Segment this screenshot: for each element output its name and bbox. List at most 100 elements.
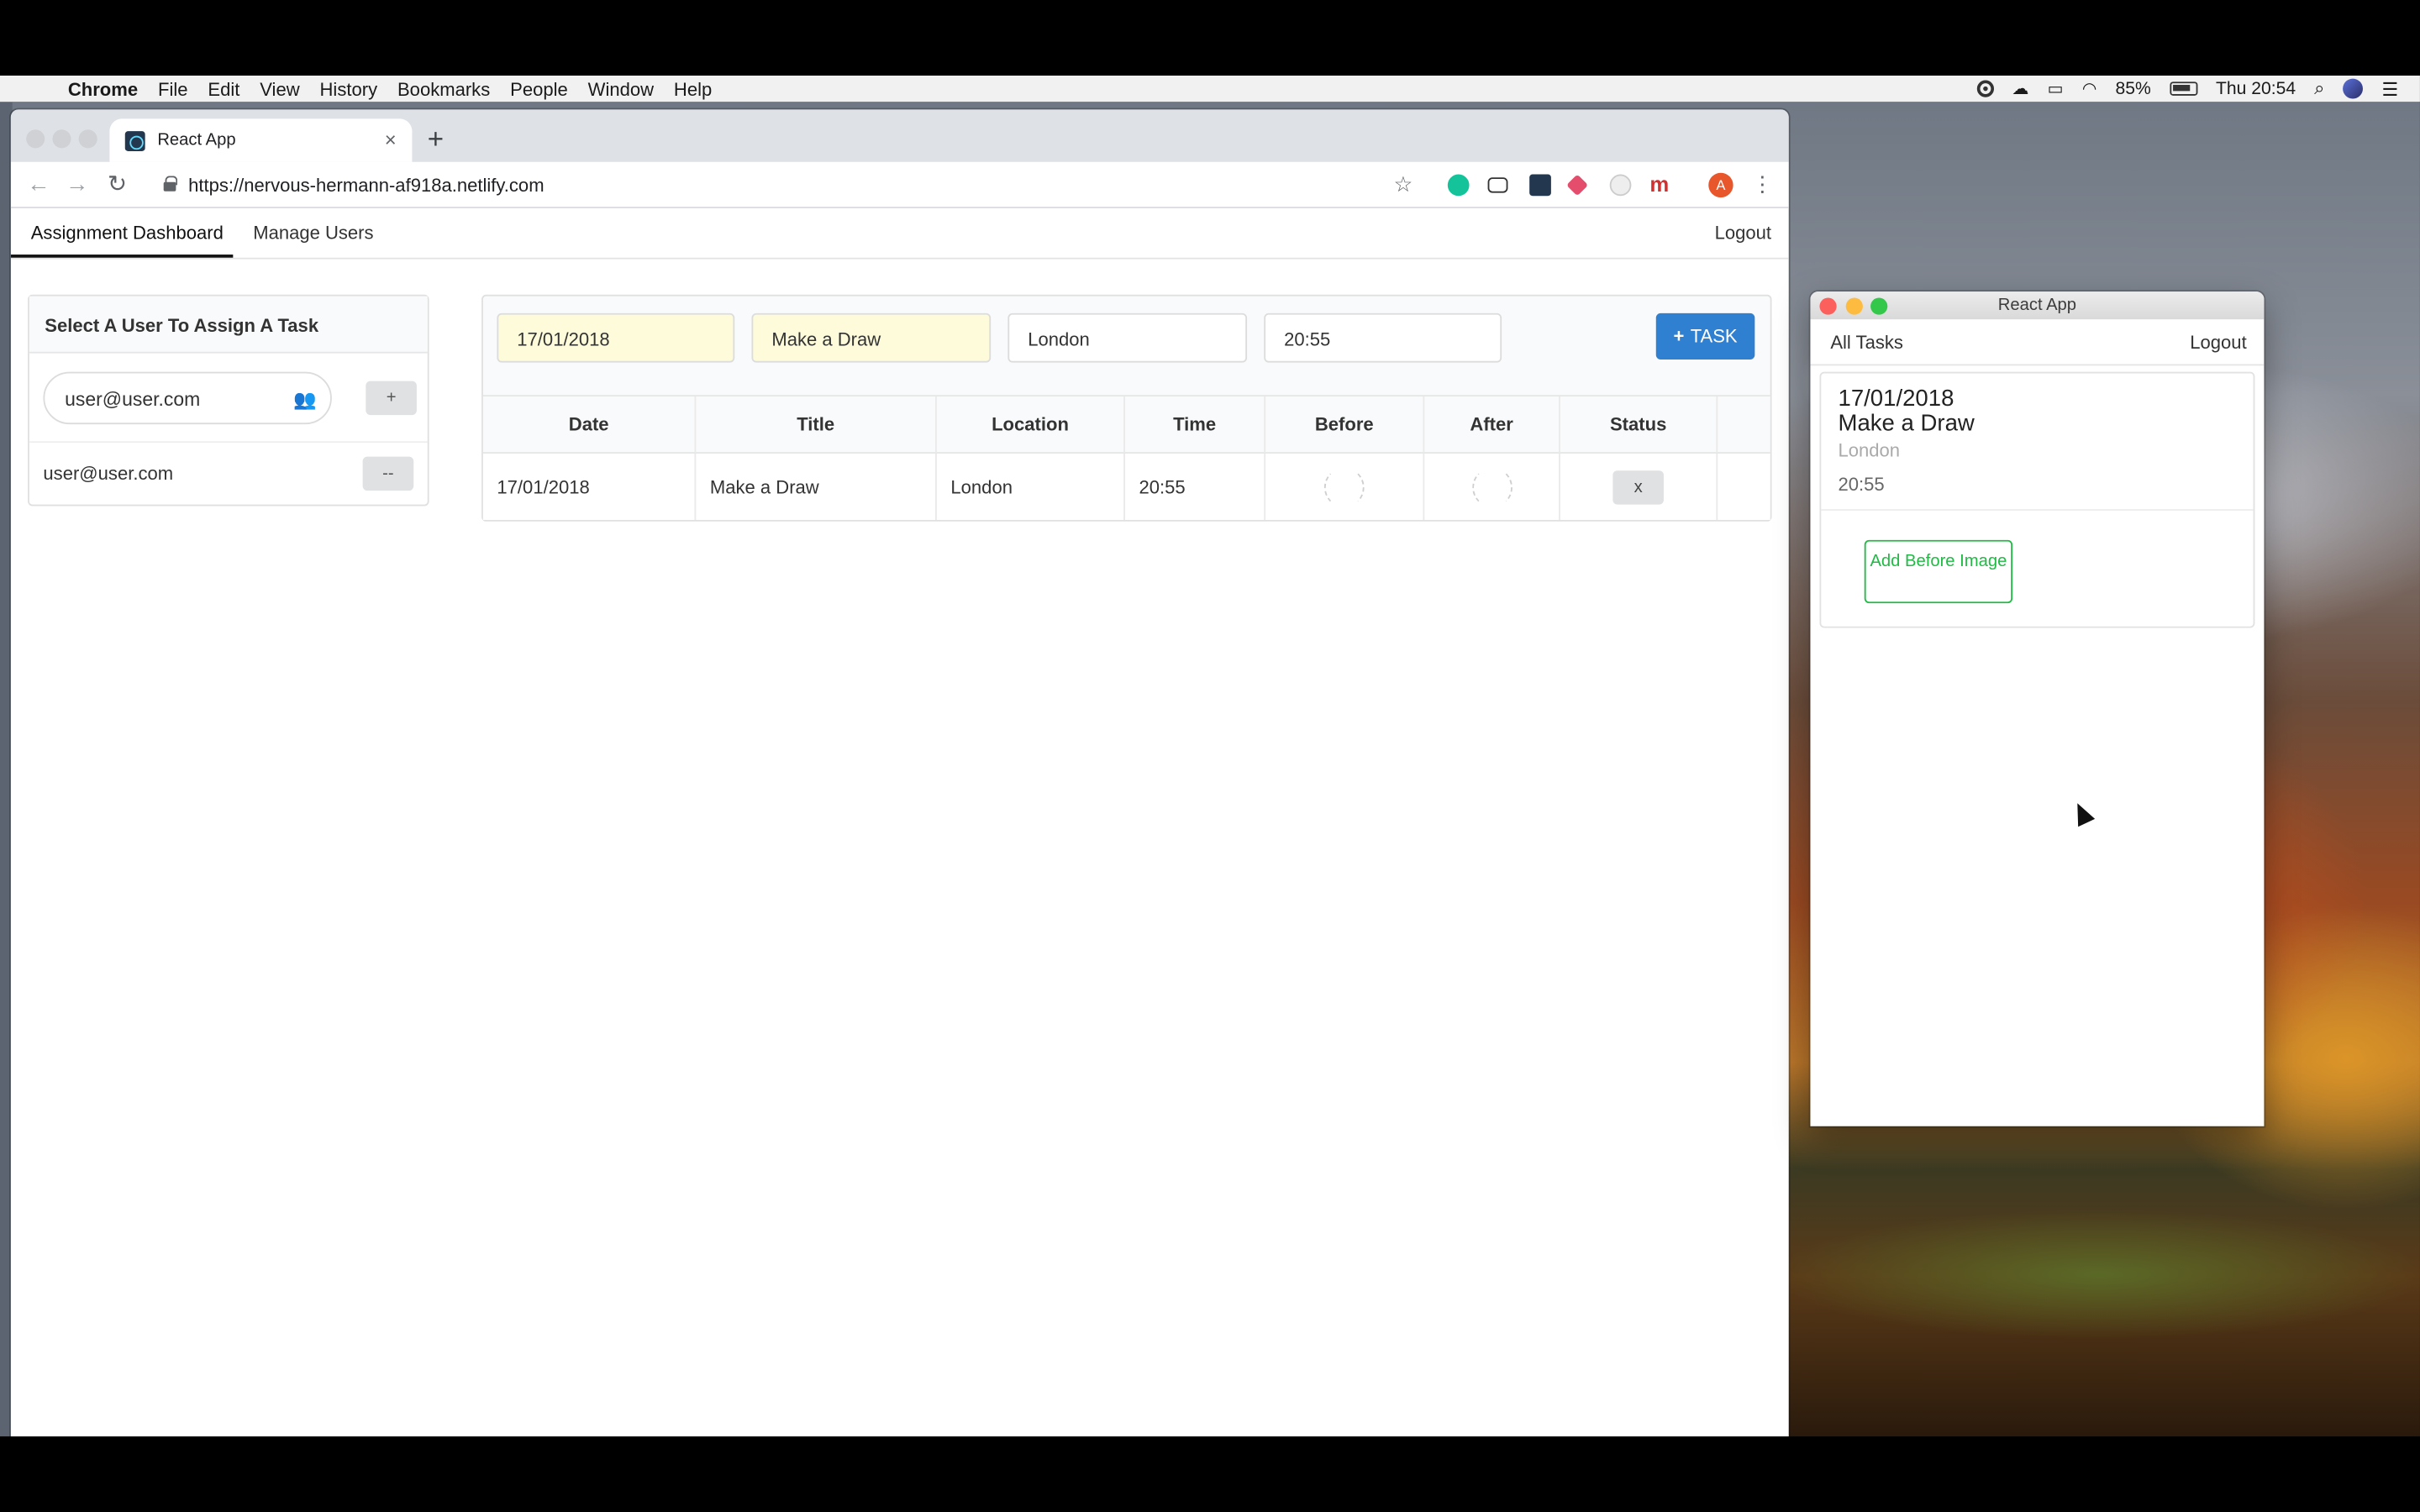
column-header-title[interactable]: Title — [696, 396, 937, 453]
location-input[interactable]: London — [1007, 312, 1248, 363]
plus-icon: + — [1673, 325, 1685, 348]
minimize-window-icon[interactable] — [52, 129, 71, 149]
column-header-location[interactable]: Location — [937, 396, 1125, 453]
cell-status: x — [1560, 453, 1718, 520]
menu-window[interactable]: Window — [588, 78, 654, 100]
zoom-window-icon[interactable] — [1870, 297, 1888, 315]
ghost-extension-icon[interactable] — [1609, 174, 1632, 197]
extension-icon[interactable] — [1487, 177, 1508, 193]
app-navbar: Assignment Dashboard Manage Users Logout — [10, 208, 1789, 260]
column-header-after[interactable]: After — [1424, 396, 1560, 453]
mobile-navbar: All Tasks Logout — [1810, 319, 2265, 366]
cell-time: 20:55 — [1125, 453, 1266, 520]
menu-help[interactable]: Help — [674, 78, 712, 100]
logout-link[interactable]: Logout — [1715, 222, 1771, 244]
battery-percent: 85% — [2115, 79, 2151, 98]
nav-all-tasks[interactable]: All Tasks — [1830, 332, 1903, 354]
apple-icon[interactable] — [24, 78, 46, 100]
menu-edit[interactable]: Edit — [208, 78, 239, 100]
cell-before — [1265, 453, 1425, 520]
cloud-icon[interactable]: ☁ — [2012, 79, 2028, 99]
new-tab-icon[interactable]: + — [428, 125, 444, 153]
menu-view[interactable]: View — [260, 78, 299, 100]
zoom-window-icon[interactable] — [78, 129, 97, 149]
menu-people[interactable]: People — [510, 78, 568, 100]
browser-menu-icon[interactable]: ⋮ — [1752, 171, 1774, 197]
nav-manage-users[interactable]: Manage Users — [253, 222, 373, 244]
cell-after — [1424, 453, 1560, 520]
screen-record-icon[interactable] — [1976, 80, 1994, 97]
add-before-image-button[interactable]: Add Before Image — [1864, 539, 2013, 604]
bookmark-star-icon[interactable]: ☆ — [1394, 171, 1413, 197]
card-location: London — [1838, 439, 1901, 462]
cell-date: 17/01/2018 — [483, 453, 697, 520]
card-time: 20:55 — [1838, 473, 1885, 496]
wifi-icon[interactable]: ◠ — [2082, 79, 2097, 99]
mobile-logout-link[interactable]: Logout — [2190, 332, 2246, 354]
tab-strip: React App × + — [10, 109, 1789, 162]
divider — [29, 441, 428, 444]
lock-icon[interactable] — [163, 176, 178, 192]
user-avatar-icon[interactable] — [2343, 78, 2364, 99]
browser-window: React App × + ← → ↻ https://nervous-herm… — [10, 109, 1789, 1436]
screen: Chrome File Edit View History Bookmarks … — [0, 0, 2420, 1512]
add-user-button[interactable]: + — [366, 381, 417, 416]
forward-icon[interactable]: → — [65, 172, 89, 197]
table-header: Date Title Location Time Before After St… — [482, 395, 1770, 454]
m-extension-icon[interactable]: m — [1649, 173, 1674, 197]
task-card: 17/01/2018 Make a Draw London 20:55 Add … — [1819, 371, 2255, 628]
clock[interactable]: Thu 20:54 — [2216, 80, 2296, 98]
column-header-before[interactable]: Before — [1265, 396, 1425, 453]
window-title: React App — [1997, 296, 2077, 315]
address-bar[interactable]: https://nervous-hermann-af918a.netlify.c… — [188, 175, 544, 197]
date-input[interactable]: 17/01/2018 — [497, 312, 735, 363]
react-favicon-icon — [124, 130, 145, 151]
react-devtools-icon[interactable] — [1529, 174, 1551, 197]
menu-file[interactable]: File — [158, 78, 188, 100]
battery-icon[interactable] — [2169, 81, 2197, 96]
status-tray: ☁ ▭ ◠ 85% Thu 20:54 ⌕ ☰ — [1976, 76, 2420, 102]
airplay-icon[interactable]: ▭ — [2048, 79, 2064, 99]
column-header-date[interactable]: Date — [483, 396, 697, 453]
task-panel: 17/01/2018 Make a Draw London 20:55 + TAS… — [481, 294, 1772, 522]
card-divider — [1821, 509, 2254, 511]
color-extension-icon[interactable] — [1566, 174, 1589, 197]
active-tab-underline — [10, 255, 234, 258]
table-row: 17/01/2018 Make a Draw London 20:55 x — [482, 453, 1770, 520]
mobile-app-window: React App All Tasks Logout 17/01/2018 Ma… — [1810, 291, 2265, 1126]
back-icon[interactable]: ← — [26, 172, 50, 197]
minimize-window-icon[interactable] — [1845, 297, 1863, 315]
column-header-status[interactable]: Status — [1560, 396, 1718, 453]
close-tab-icon[interactable]: × — [378, 128, 402, 152]
time-input[interactable]: 20:55 — [1264, 312, 1502, 363]
grammarly-extension-icon[interactable] — [1447, 174, 1470, 197]
user-input-value: user@user.com — [65, 388, 201, 411]
title-input[interactable]: Make a Draw — [751, 312, 992, 363]
notification-center-icon[interactable]: ☰ — [2381, 78, 2398, 100]
user-panel-heading: Select A User To Assign A Task — [29, 296, 428, 354]
menu-app-name[interactable]: Chrome — [68, 78, 138, 100]
menu-bar: Chrome File Edit View History Bookmarks … — [0, 75, 2420, 102]
remove-user-button[interactable]: -- — [362, 456, 414, 491]
delete-task-button[interactable]: x — [1612, 470, 1664, 504]
window-title-bar[interactable]: React App — [1810, 291, 2265, 320]
close-window-icon[interactable] — [26, 129, 45, 149]
close-window-icon[interactable] — [1819, 297, 1837, 315]
browser-tab[interactable]: React App × — [109, 118, 413, 162]
tab-title: React App — [157, 131, 236, 150]
cell-title: Make a Draw — [696, 453, 937, 520]
add-task-label: TASK — [1690, 325, 1738, 348]
column-header-time[interactable]: Time — [1125, 396, 1266, 453]
user-select-panel: Select A User To Assign A Task user@user… — [28, 294, 429, 507]
user-search-input[interactable]: user@user.com 👥 — [43, 371, 332, 425]
spotlight-search-icon[interactable]: ⌕ — [2314, 77, 2324, 101]
users-icon: 👥 — [293, 388, 317, 411]
menu-history[interactable]: History — [320, 78, 378, 100]
add-task-button[interactable]: + TASK — [1655, 312, 1755, 360]
menu-bookmarks[interactable]: Bookmarks — [397, 78, 490, 100]
browser-toolbar: ← → ↻ https://nervous-hermann-af918a.net… — [10, 161, 1789, 208]
card-date: 17/01/2018 — [1838, 386, 1954, 412]
nav-assignment-dashboard[interactable]: Assignment Dashboard — [31, 222, 224, 244]
reload-icon[interactable]: ↻ — [105, 172, 129, 197]
profile-avatar[interactable]: A — [1708, 172, 1733, 198]
